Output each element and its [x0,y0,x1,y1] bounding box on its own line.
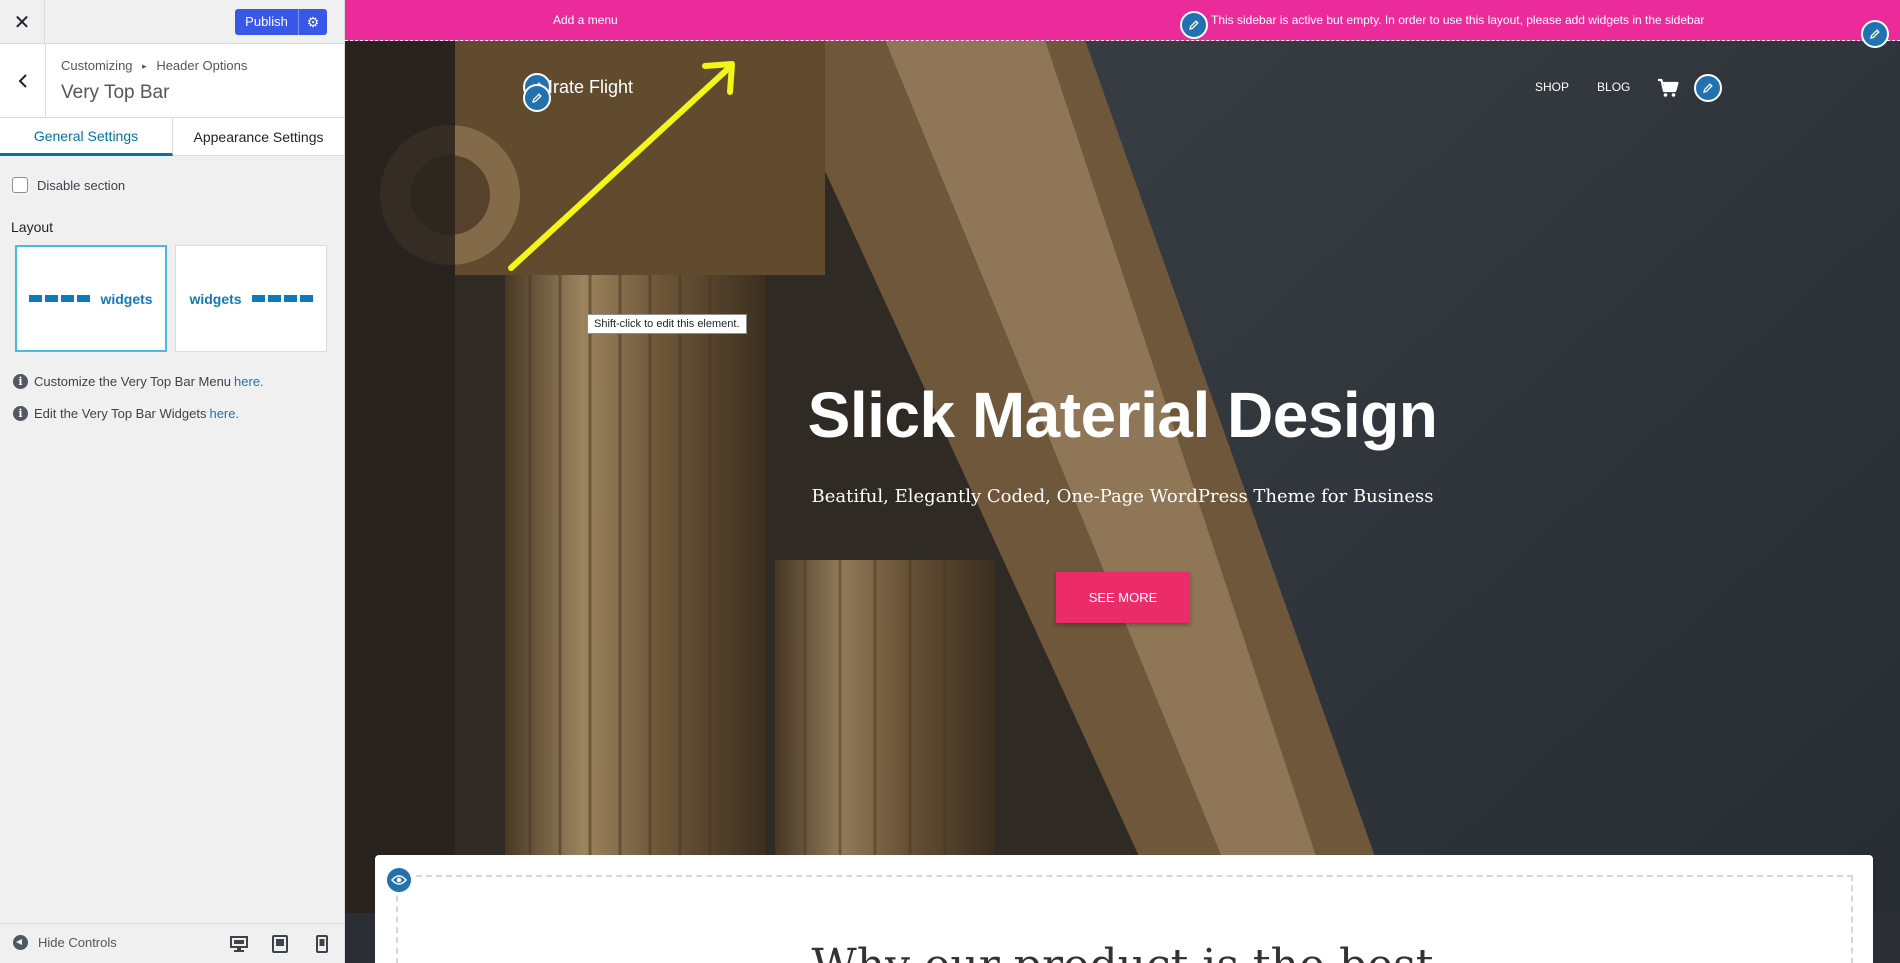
publish-button[interactable]: Publish ⚙ [235,9,327,35]
edit-widgets-link[interactable]: here. [209,406,239,421]
hide-controls-button[interactable]: Hide Controls [13,935,117,950]
site-preview: Add a menu This sidebar is active but em… [345,0,1900,963]
publish-label: Publish [235,9,299,35]
edit-top-bar-pencil-icon[interactable] [1861,20,1889,48]
info-text: Customize the Very Top Bar Menu [34,374,232,389]
nav-item-shop[interactable]: SHOP [1535,80,1569,94]
see-more-button[interactable]: SEE MORE [1056,572,1190,623]
visibility-eye-icon[interactable] [385,866,413,894]
cart-icon[interactable] [1657,78,1679,98]
site-title[interactable]: Irate Flight [548,77,633,98]
customizer-footer: Hide Controls [0,923,344,963]
layout-label: Layout [11,219,54,235]
layout-option-label: widgets [189,290,242,307]
customize-menu-link[interactable]: here. [234,374,264,389]
desktop-icon[interactable] [229,934,249,954]
settings-tabs: General Settings Appearance Settings [0,118,344,156]
customizer-sidebar: ✕ Publish ⚙ Customizing ▸ Header Options… [0,0,345,963]
tab-appearance-settings[interactable]: Appearance Settings [173,118,344,156]
breadcrumb-separator-icon: ▸ [142,61,147,71]
add-menu-link[interactable]: Add a menu [553,13,618,27]
chevron-left-icon [18,73,27,88]
hero-subtitle: Beatiful, Elegantly Coded, One-Page Word… [811,486,1434,507]
edit-widgets-pencil-icon[interactable] [1180,11,1208,39]
edit-menu-pencil-icon[interactable] [1694,74,1722,102]
collapse-arrow-icon [13,935,28,950]
close-icon: ✕ [13,11,31,34]
disable-section-label: Disable section [37,177,126,193]
close-customizer-button[interactable]: ✕ [0,0,45,44]
layout-option-label: widgets [100,290,153,307]
gear-icon[interactable]: ⚙ [299,9,327,35]
tab-general-settings[interactable]: General Settings [0,118,173,156]
primary-nav: SHOP BLOG [1535,80,1630,94]
layout-option-menu-widgets[interactable]: widgets [15,245,167,352]
very-top-bar: Add a menu This sidebar is active but em… [345,0,1900,41]
breadcrumb-child: Header Options [156,58,248,73]
info-edit-widgets: i Edit the Very Top Bar Widgets here. [13,406,239,421]
hero-overlay [345,0,1900,913]
mobile-icon[interactable] [312,934,332,954]
info-customize-menu: i Customize the Very Top Bar Menu here. [13,374,264,389]
customizer-top-bar: ✕ Publish ⚙ [0,0,344,44]
menu-placeholder-icon [251,295,313,302]
disable-section-checkbox[interactable] [12,177,28,193]
info-text: Edit the Very Top Bar Widgets [34,406,207,421]
section-heading: Why our product is the best [345,940,1900,963]
tablet-icon[interactable] [270,934,290,954]
hero-section [345,0,1900,913]
breadcrumb-parent: Customizing [61,58,133,73]
empty-sidebar-message: This sidebar is active but empty. In ord… [1211,13,1705,27]
info-icon: i [13,406,28,421]
section-header: Customizing ▸ Header Options Very Top Ba… [0,44,344,118]
info-icon: i [13,374,28,389]
hero-title: Slick Material Design [807,379,1438,451]
edit-logo-pencil-icon[interactable] [523,84,551,112]
nav-item-blog[interactable]: BLOG [1597,80,1630,94]
section-title: Very Top Bar [61,82,170,103]
hide-controls-label: Hide Controls [38,935,117,950]
layout-option-widgets-menu[interactable]: widgets [175,245,327,352]
disable-section-row: Disable section [12,177,125,193]
shift-click-tooltip: Shift-click to edit this element. [587,314,747,334]
menu-placeholder-icon [29,295,91,302]
breadcrumb: Customizing ▸ Header Options [61,58,247,73]
back-button[interactable] [0,44,46,117]
